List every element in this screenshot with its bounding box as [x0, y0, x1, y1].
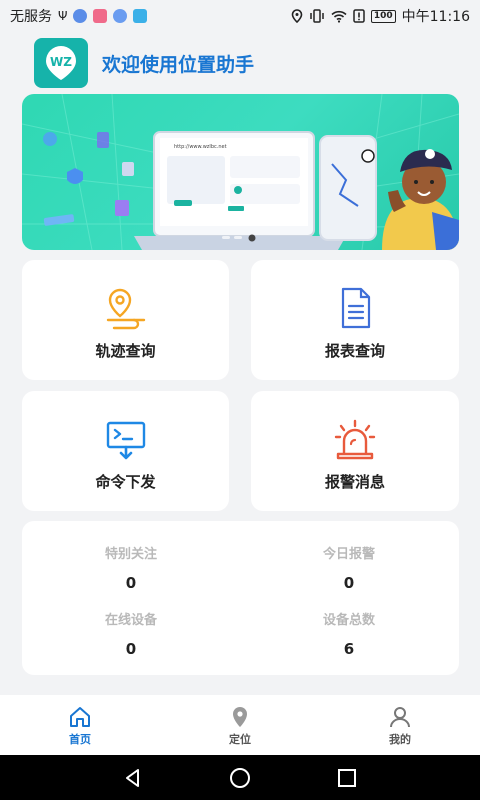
command-send-icon [106, 421, 145, 460]
vibrate-icon [310, 9, 324, 23]
stat-label: 设备总数 [322, 613, 375, 628]
command-send-card[interactable]: 命令下发 [22, 391, 229, 511]
stat-value: 0 [343, 574, 355, 592]
logo-text: WZ [50, 55, 72, 69]
nav-tab-label: 我的 [389, 733, 411, 746]
alarm-message-label: 报警消息 [324, 473, 385, 491]
promo-banner[interactable]: http://www.wzlbc.net [22, 94, 459, 250]
nav-tab-label: 首页 [69, 733, 91, 746]
stat-value: 0 [125, 640, 137, 658]
clock-text: 中午11:16 [401, 9, 470, 25]
stat-total-devices[interactable]: 设备总数 6 [240, 609, 458, 658]
alarm-siren-icon [334, 419, 376, 460]
report-query-label: 报表查询 [324, 342, 385, 360]
page-title: 欢迎使用位置助手 [102, 53, 255, 76]
back-icon[interactable] [123, 768, 143, 788]
track-query-card[interactable]: 轨迹查询 [22, 260, 229, 380]
status-bar: 无服务 Ψ 100 中午11:16 [0, 0, 480, 32]
profile-icon [390, 707, 410, 728]
bottom-nav: 首页 定位 我的 [0, 695, 480, 755]
wifi-icon [331, 10, 347, 23]
stat-label: 今日报警 [322, 547, 375, 562]
nav-tab-home[interactable]: 首页 [0, 695, 160, 755]
home-circle-icon[interactable] [229, 767, 251, 789]
battery-indicator: 100 [370, 9, 396, 23]
location-pin-icon [233, 707, 247, 727]
app-logo: WZ [34, 38, 88, 88]
app-notification-icon [93, 9, 108, 23]
stat-online-devices[interactable]: 在线设备 0 [22, 609, 240, 658]
stat-today-alarms[interactable]: 今日报警 0 [240, 543, 458, 592]
nav-tab-location[interactable]: 定位 [160, 695, 320, 755]
alarm-message-card[interactable]: 报警消息 [251, 391, 459, 511]
carrier-text: 无服务 [10, 9, 52, 25]
stat-label: 在线设备 [104, 613, 157, 628]
recents-icon[interactable] [337, 768, 357, 788]
stat-value: 0 [125, 574, 137, 592]
home-icon [70, 707, 90, 727]
logo-pin-icon: WZ [46, 46, 76, 80]
alert-status-icon [353, 9, 365, 23]
stat-value: 6 [343, 640, 355, 658]
app-header: WZ 欢迎使用位置助手 [34, 38, 254, 88]
track-query-label: 轨迹查询 [95, 342, 156, 360]
banner-screen-url: http://www.wzlbc.net [174, 144, 227, 150]
location-track-icon [106, 288, 145, 330]
banner-illustration: http://www.wzlbc.net [22, 94, 459, 250]
nav-tab-label: 定位 [229, 733, 251, 746]
command-send-label: 命令下发 [95, 473, 156, 491]
stats-panel: 特别关注 0 今日报警 0 在线设备 0 设备总数 6 [22, 521, 459, 675]
app-notification-icon [133, 9, 148, 23]
report-query-card[interactable]: 报表查询 [251, 260, 459, 380]
stat-label: 特别关注 [104, 547, 157, 562]
stat-special-attention[interactable]: 特别关注 0 [22, 543, 240, 592]
app-notification-icon [113, 9, 128, 23]
usb-icon: Ψ [58, 9, 68, 23]
system-nav-bar [0, 755, 480, 800]
nav-tab-profile[interactable]: 我的 [320, 695, 480, 755]
report-document-icon [341, 287, 371, 329]
location-status-icon [291, 9, 303, 23]
app-notification-icon [73, 9, 88, 23]
